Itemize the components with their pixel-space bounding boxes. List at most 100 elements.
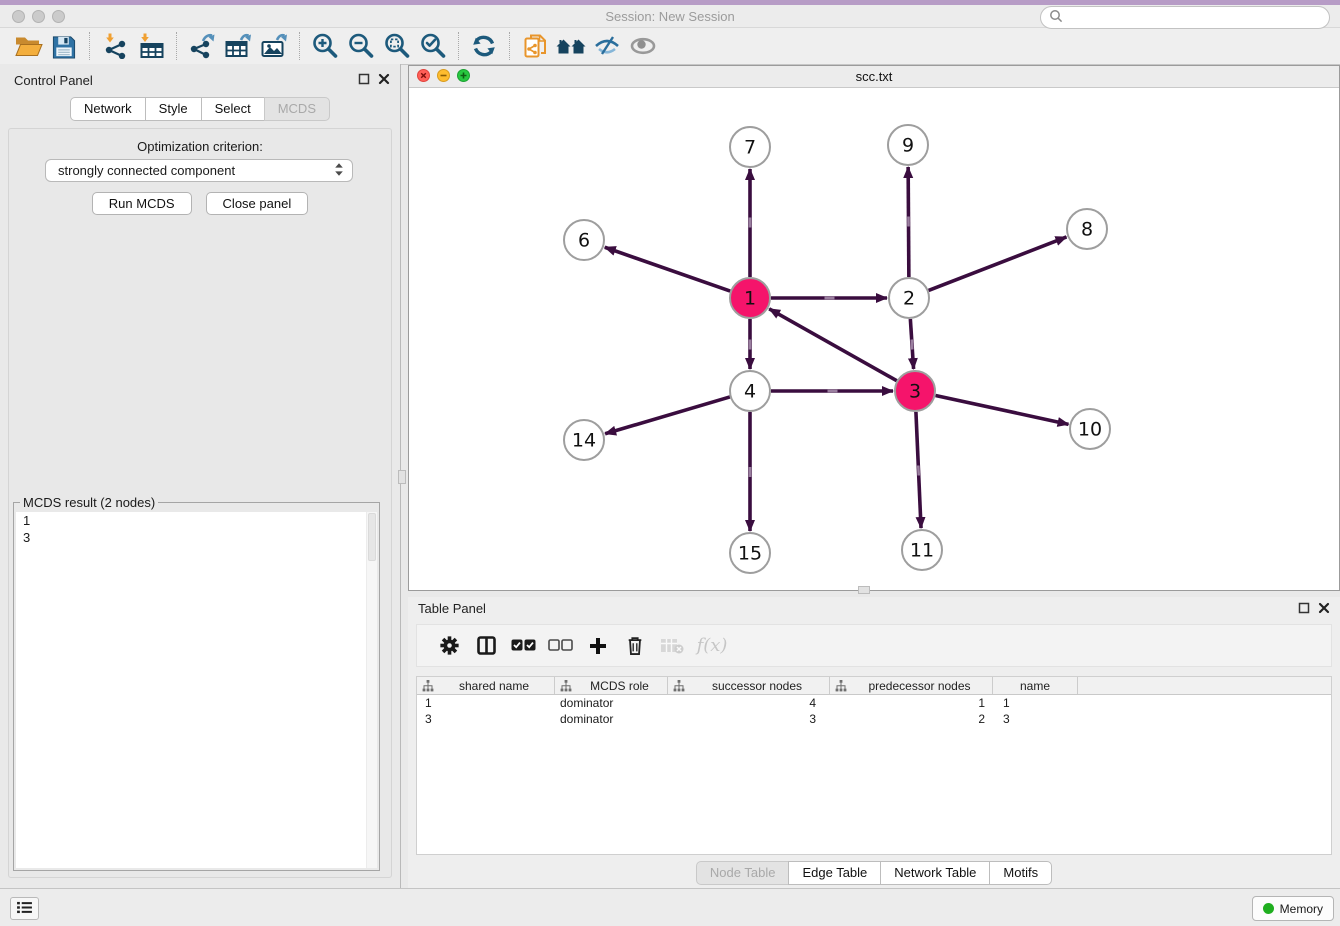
mcds-result-box[interactable]: 13 <box>16 512 377 868</box>
mcds-result-title: MCDS result (2 nodes) <box>20 495 158 510</box>
edge-label <box>749 467 752 477</box>
column-header-successor-nodes[interactable]: successor nodes <box>668 677 830 694</box>
node-label-8: 8 <box>1081 219 1093 241</box>
edge-3-10[interactable] <box>936 395 1069 424</box>
zoom-out-icon[interactable] <box>343 31 379 61</box>
fx-icon: f(x) <box>690 629 734 663</box>
network-canvas[interactable]: 7968124314101511 <box>409 89 1339 590</box>
task-list-button[interactable] <box>10 897 39 920</box>
close-table-panel-icon[interactable] <box>1318 602 1330 614</box>
add-icon[interactable] <box>579 629 616 663</box>
node-label-11: 11 <box>910 540 934 562</box>
network-graph: 7968124314101511 <box>409 89 1339 591</box>
search-input[interactable] <box>1068 11 1329 25</box>
edge-3-1[interactable] <box>769 309 897 381</box>
dropdown-chevrons-icon <box>334 162 344 180</box>
tab-style[interactable]: Style <box>145 97 202 121</box>
tab-mcds[interactable]: MCDS <box>264 97 330 121</box>
search-field[interactable] <box>1040 6 1330 29</box>
columns-icon[interactable] <box>468 629 505 663</box>
edge-label <box>907 216 910 226</box>
export-network-icon[interactable] <box>184 31 220 61</box>
close-panel-button[interactable]: Close panel <box>206 192 309 215</box>
export-table-icon[interactable] <box>220 31 256 61</box>
table-body: 1dominator4113dominator323 <box>417 695 1331 727</box>
memory-label: Memory <box>1280 902 1323 916</box>
table-panel-title: Table Panel <box>418 601 486 616</box>
table-cell[interactable]: 4 <box>668 696 830 710</box>
settings-icon[interactable] <box>431 629 468 663</box>
node-label-15: 15 <box>738 543 762 565</box>
edge-4-14[interactable] <box>605 397 730 434</box>
table-panel: Table Panel f(x) shared nameMCDS rolesuc… <box>408 597 1340 888</box>
zoom-fit-icon[interactable] <box>379 31 415 61</box>
table-cell[interactable]: dominator <box>555 696 668 710</box>
table-tabs: Node TableEdge TableNetwork TableMotifs <box>408 861 1340 885</box>
table-cell[interactable]: 3 <box>993 712 1078 726</box>
tab-network[interactable]: Network <box>70 97 146 121</box>
memory-status-icon <box>1263 903 1274 914</box>
network-view-window: scc.txt 7968124314101511 <box>408 65 1340 591</box>
refresh-icon[interactable] <box>466 31 502 61</box>
open-icon[interactable] <box>10 31 46 61</box>
show-eye-icon[interactable] <box>625 31 661 61</box>
table-tab-node-table[interactable]: Node Table <box>696 861 790 885</box>
network-window-titlebar[interactable]: scc.txt <box>409 66 1339 88</box>
app-window: Session: New Session Control Panel Netwo… <box>0 0 1340 926</box>
control-panel-title: Control Panel <box>14 73 93 88</box>
node-label-6: 6 <box>578 230 590 252</box>
column-header-mcds-role[interactable]: MCDS role <box>555 677 668 694</box>
deselect-all-icon[interactable] <box>542 629 579 663</box>
result-line: 1 <box>16 512 377 529</box>
column-header-predecessor-nodes[interactable]: predecessor nodes <box>830 677 993 694</box>
run-mcds-button[interactable]: Run MCDS <box>92 192 192 215</box>
criterion-dropdown[interactable]: strongly connected component <box>45 159 353 182</box>
table-cell[interactable]: dominator <box>555 712 668 726</box>
table-cell[interactable]: 3 <box>668 712 830 726</box>
table-tab-edge-table[interactable]: Edge Table <box>788 861 881 885</box>
column-header-name[interactable]: name <box>993 677 1078 694</box>
close-panel-icon[interactable] <box>378 73 390 85</box>
table-cell[interactable]: 1 <box>830 696 993 710</box>
table-cell[interactable]: 1 <box>417 696 555 710</box>
table-cell[interactable]: 2 <box>830 712 993 726</box>
zoom-in-icon[interactable] <box>307 31 343 61</box>
select-all-icon[interactable] <box>505 629 542 663</box>
optimization-criterion-label: Optimization criterion: <box>9 139 391 154</box>
zoom-selected-icon[interactable] <box>415 31 451 61</box>
edge-2-8[interactable] <box>929 237 1067 290</box>
table-row[interactable]: 1dominator411 <box>417 695 1331 711</box>
clone-network-icon[interactable] <box>517 31 553 61</box>
memory-button[interactable]: Memory <box>1252 896 1334 921</box>
control-panel-tabs: NetworkStyleSelectMCDS <box>0 97 400 121</box>
table-tab-network-table[interactable]: Network Table <box>880 861 990 885</box>
toolbar-separator <box>89 32 90 60</box>
float-panel-icon[interactable] <box>358 73 370 85</box>
list-icon <box>16 901 33 917</box>
table-cell[interactable]: 1 <box>993 696 1078 710</box>
column-header-shared-name[interactable]: shared name <box>417 677 555 694</box>
table-cell[interactable]: 3 <box>417 712 555 726</box>
table-tab-motifs[interactable]: Motifs <box>989 861 1052 885</box>
horizontal-splitter-grip[interactable] <box>858 586 870 594</box>
edge-label <box>917 465 920 475</box>
result-scrollbar[interactable] <box>366 512 377 868</box>
main-toolbar <box>0 28 1340 65</box>
tab-select[interactable]: Select <box>201 97 265 121</box>
node-table: shared nameMCDS rolesuccessor nodesprede… <box>416 676 1332 855</box>
table-row[interactable]: 3dominator323 <box>417 711 1331 727</box>
edge-1-6[interactable] <box>605 247 730 291</box>
home-views-icon[interactable] <box>553 31 589 61</box>
network-window-title: scc.txt <box>409 69 1339 84</box>
node-label-1: 1 <box>744 288 756 310</box>
float-table-panel-icon[interactable] <box>1298 602 1310 614</box>
export-image-icon[interactable] <box>256 31 292 61</box>
delete-icon[interactable] <box>616 629 653 663</box>
import-network-icon[interactable] <box>97 31 133 61</box>
import-table-icon[interactable] <box>133 31 169 61</box>
hide-eye-icon[interactable] <box>589 31 625 61</box>
node-label-10: 10 <box>1078 419 1102 441</box>
save-icon[interactable] <box>46 31 82 61</box>
search-icon <box>1049 9 1063 26</box>
vertical-splitter-grip[interactable] <box>398 470 406 484</box>
